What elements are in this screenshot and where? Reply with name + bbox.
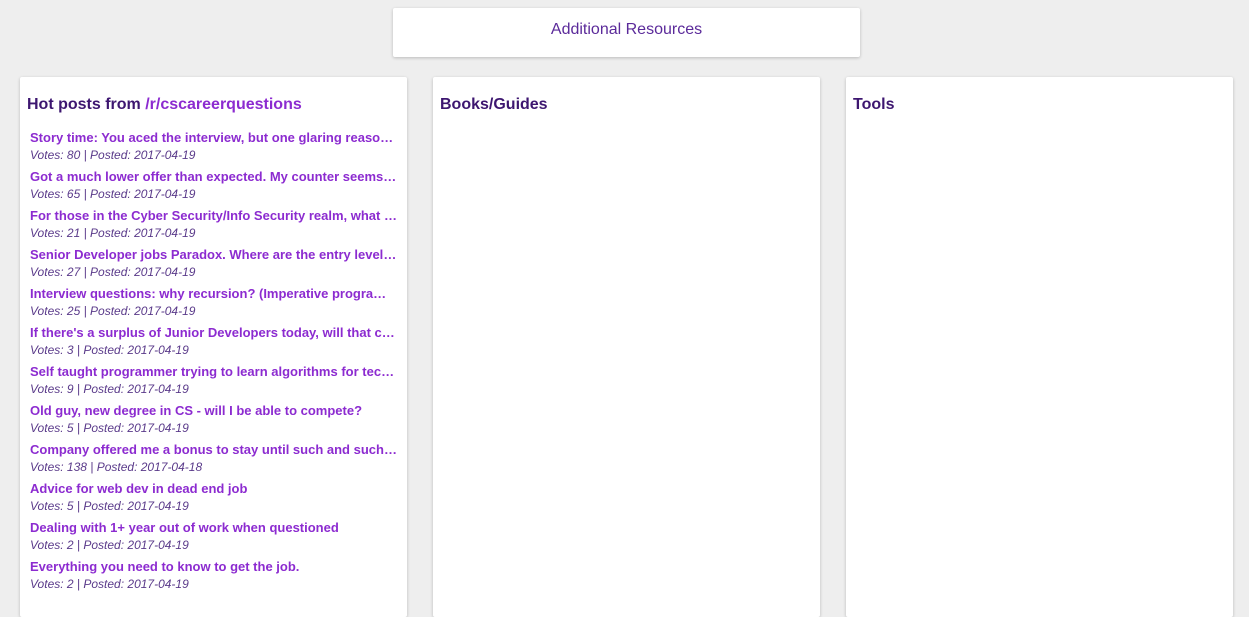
post-title-link[interactable]: Story time: You aced the interview, but … bbox=[30, 130, 397, 147]
page-title: Additional Resources bbox=[550, 20, 703, 38]
post-meta: Votes: 21 | Posted: 2017-04-19 bbox=[30, 226, 196, 240]
post-title-link[interactable]: Old guy, new degree in CS - will I be ab… bbox=[30, 403, 397, 420]
books-panel: Books/Guides bbox=[433, 77, 820, 617]
header-card: Additional Resources bbox=[393, 8, 860, 57]
post-title-link[interactable]: Company offered me a bonus to stay until… bbox=[30, 442, 397, 459]
reddit-panel: Hot posts from /r/cscareerquestions Stor… bbox=[20, 77, 407, 617]
list-item: If there's a surplus of Junior Developer… bbox=[30, 325, 397, 364]
post-title-link[interactable]: Senior Developer jobs Paradox. Where are… bbox=[30, 247, 397, 264]
list-item: Company offered me a bonus to stay until… bbox=[30, 442, 397, 481]
tools-panel: Tools bbox=[846, 77, 1233, 617]
post-meta: Votes: 27 | Posted: 2017-04-19 bbox=[30, 265, 196, 279]
post-title-link[interactable]: Interview questions: why recursion? (Imp… bbox=[30, 286, 397, 303]
list-item: Self taught programmer trying to learn a… bbox=[30, 364, 397, 403]
post-meta: Votes: 2 | Posted: 2017-04-19 bbox=[30, 538, 189, 552]
post-meta: Votes: 9 | Posted: 2017-04-19 bbox=[30, 382, 189, 396]
post-meta: Votes: 2 | Posted: 2017-04-19 bbox=[30, 577, 189, 591]
post-meta: Votes: 25 | Posted: 2017-04-19 bbox=[30, 304, 196, 318]
list-item: Interview questions: why recursion? (Imp… bbox=[30, 286, 397, 325]
reddit-panel-heading: Hot posts from /r/cscareerquestions bbox=[27, 96, 302, 114]
list-item: Got a much lower offer than expected. My… bbox=[30, 169, 397, 208]
post-title-link[interactable]: If there's a surplus of Junior Developer… bbox=[30, 325, 397, 342]
post-title-link[interactable]: Got a much lower offer than expected. My… bbox=[30, 169, 397, 186]
list-item: Old guy, new degree in CS - will I be ab… bbox=[30, 403, 397, 442]
list-item: Everything you need to know to get the j… bbox=[30, 559, 397, 598]
post-title-link[interactable]: For those in the Cyber Security/Info Sec… bbox=[30, 208, 397, 225]
post-meta: Votes: 138 | Posted: 2017-04-18 bbox=[30, 460, 203, 474]
post-meta: Votes: 5 | Posted: 2017-04-19 bbox=[30, 421, 189, 435]
post-meta: Votes: 3 | Posted: 2017-04-19 bbox=[30, 343, 189, 357]
tools-panel-heading: Tools bbox=[853, 96, 895, 113]
post-meta: Votes: 80 | Posted: 2017-04-19 bbox=[30, 148, 196, 162]
post-title-link[interactable]: Dealing with 1+ year out of work when qu… bbox=[30, 520, 397, 537]
heading-prefix: Hot posts from bbox=[27, 96, 146, 113]
list-item: Senior Developer jobs Paradox. Where are… bbox=[30, 247, 397, 286]
books-panel-heading: Books/Guides bbox=[440, 96, 548, 113]
list-item: Advice for web dev in dead end job Votes… bbox=[30, 481, 397, 520]
post-title-link[interactable]: Everything you need to know to get the j… bbox=[30, 559, 397, 576]
list-item: Story time: You aced the interview, but … bbox=[30, 130, 397, 169]
post-meta: Votes: 65 | Posted: 2017-04-19 bbox=[30, 187, 196, 201]
post-title-link[interactable]: Advice for web dev in dead end job bbox=[30, 481, 397, 498]
post-meta: Votes: 5 | Posted: 2017-04-19 bbox=[30, 499, 189, 513]
list-item: For those in the Cyber Security/Info Sec… bbox=[30, 208, 397, 247]
post-list: Story time: You aced the interview, but … bbox=[30, 130, 397, 598]
post-title-link[interactable]: Self taught programmer trying to learn a… bbox=[30, 364, 397, 381]
subreddit-link[interactable]: /r/cscareerquestions bbox=[145, 96, 302, 113]
list-item: Dealing with 1+ year out of work when qu… bbox=[30, 520, 397, 559]
